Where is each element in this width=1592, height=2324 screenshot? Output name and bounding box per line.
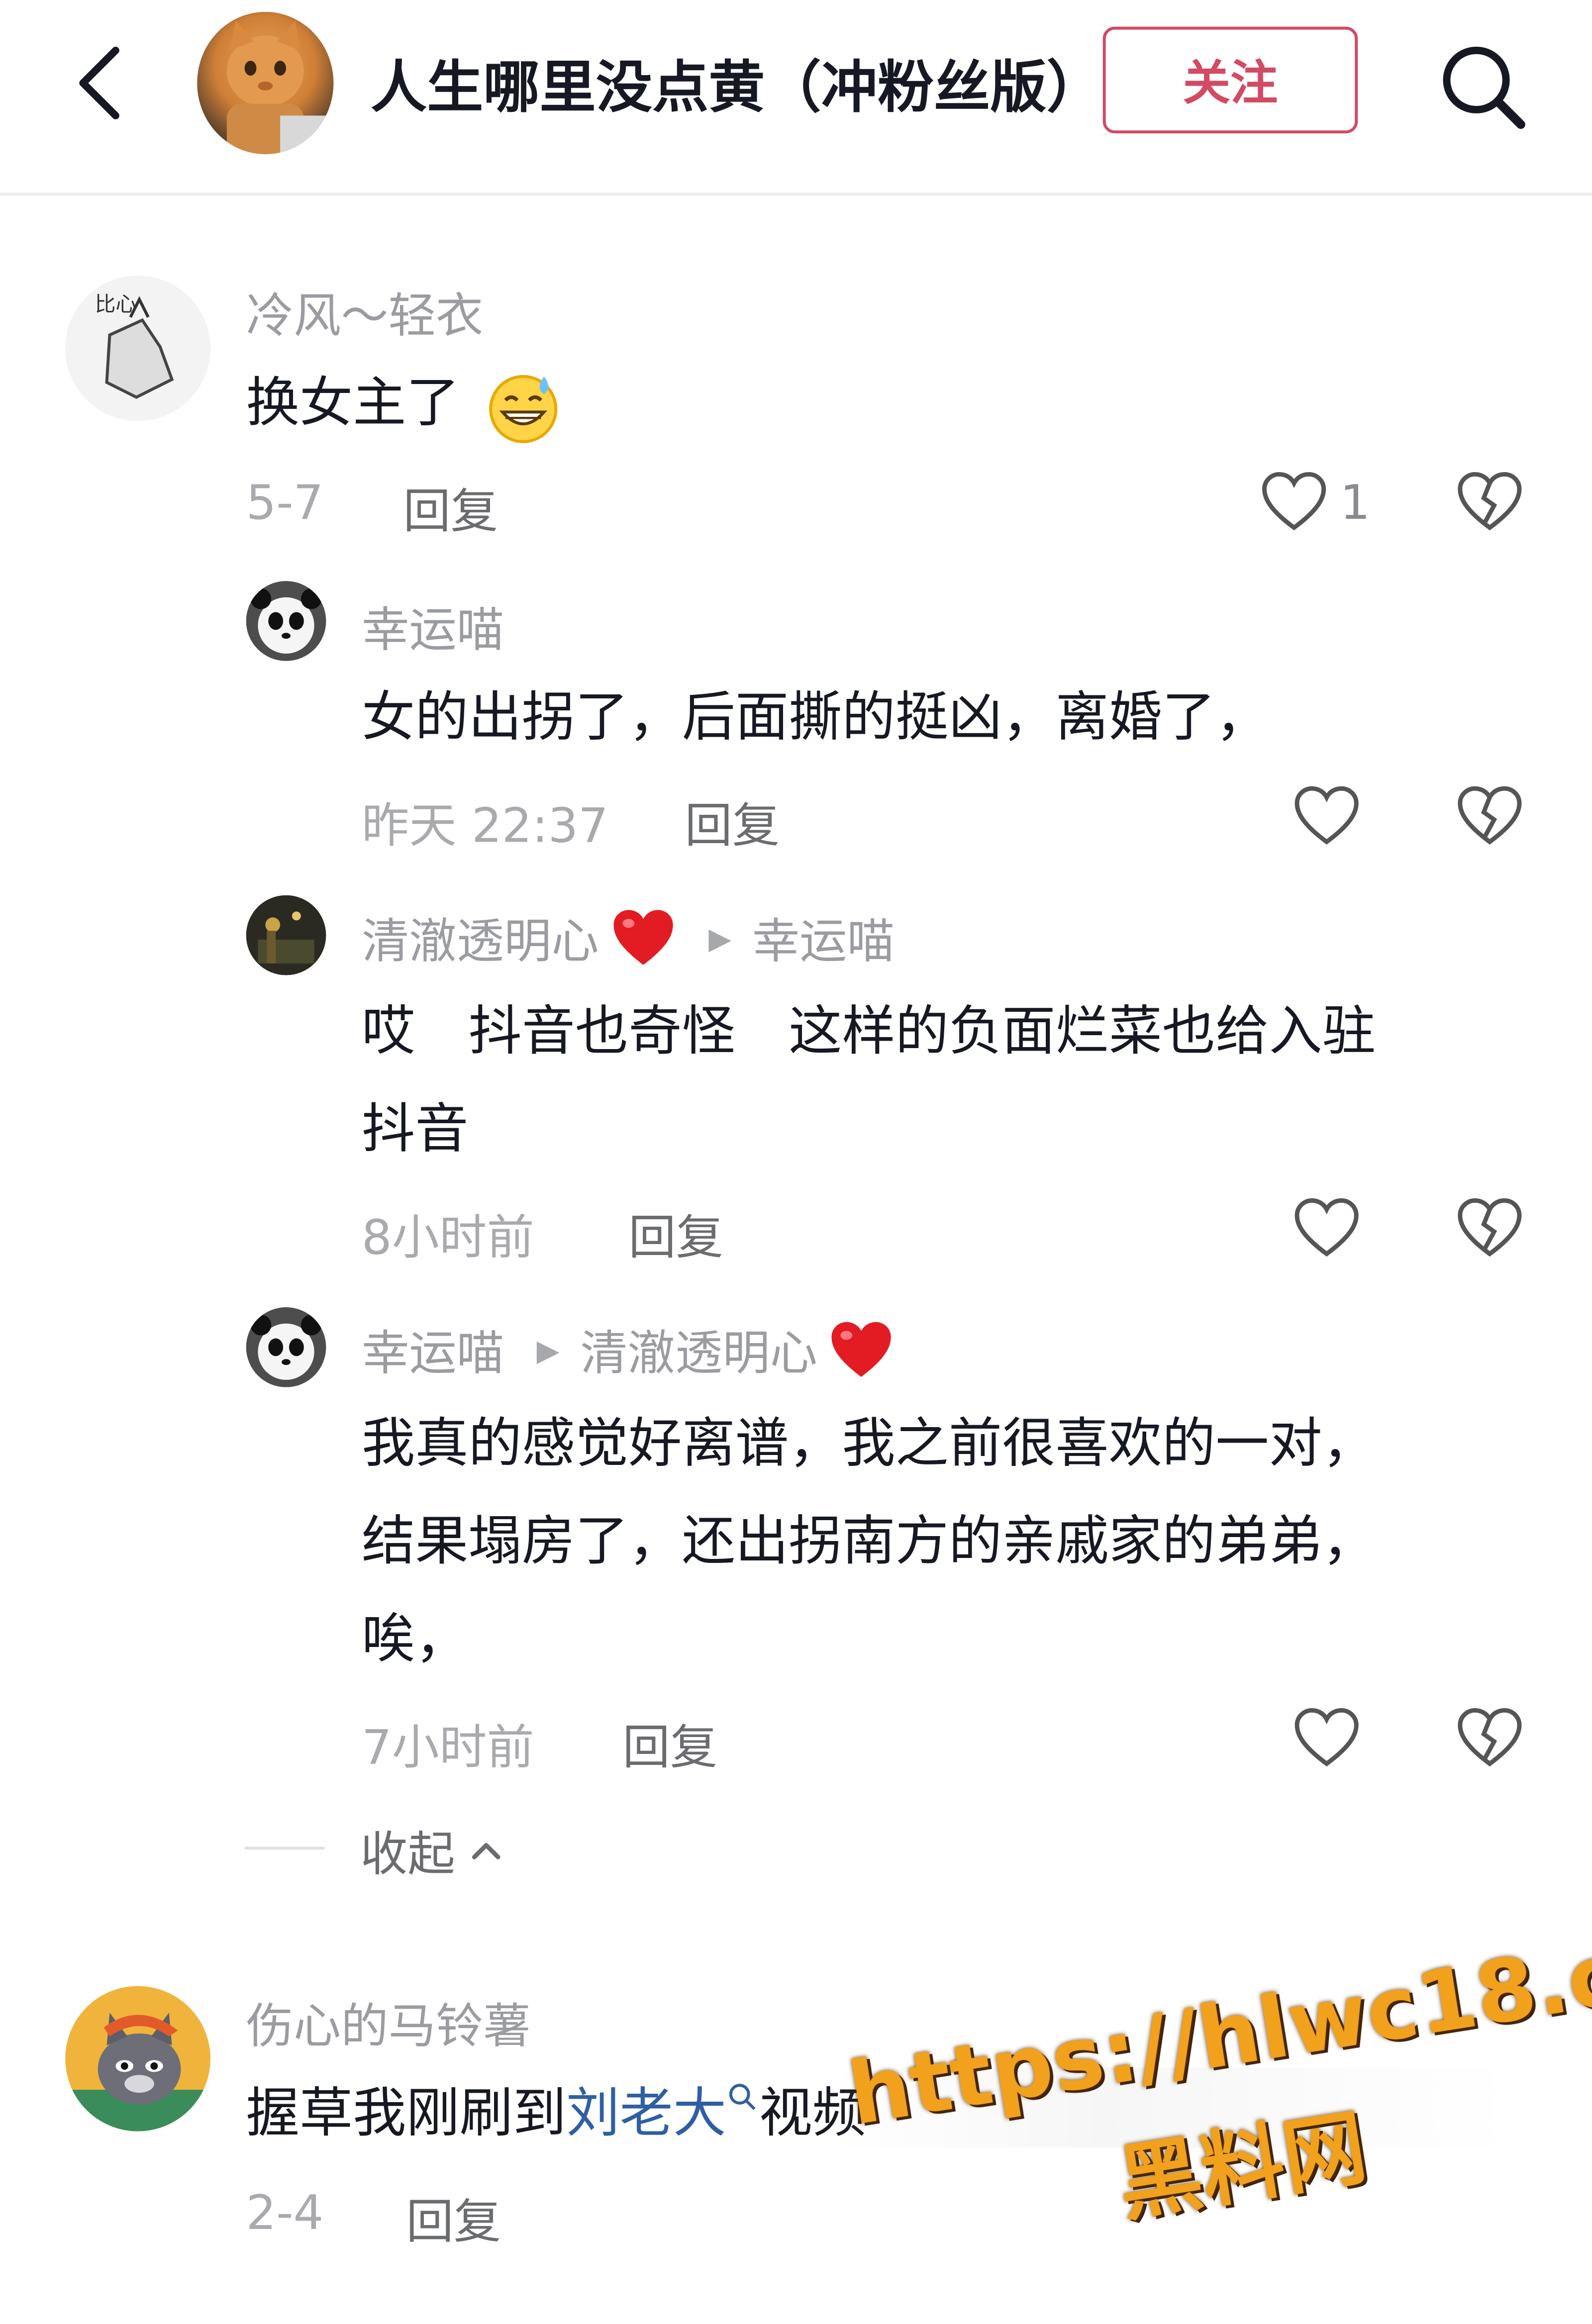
night-scene-avatar-image xyxy=(246,895,326,975)
search-button[interactable] xyxy=(1435,38,1533,136)
broken-heart-icon xyxy=(1458,472,1522,531)
broken-heart-icon xyxy=(1458,1198,1522,1257)
reply-to-username[interactable]: 幸运喵 xyxy=(752,904,895,972)
avatar[interactable] xyxy=(246,1307,326,1387)
reply-to-username[interactable]: 清澈透明心 xyxy=(580,1316,817,1384)
dislike-button[interactable] xyxy=(1456,782,1524,851)
reply-username-row: 幸运喵 ▶ 清澈透明心 xyxy=(362,1316,895,1384)
reply-text-line: 哎 抖音也奇怪 这样的负面烂菜也给入驻 xyxy=(361,1002,1376,1063)
chevron-left-icon xyxy=(79,46,119,119)
broken-heart-icon xyxy=(1458,786,1522,845)
avatar[interactable] xyxy=(65,1986,211,2131)
cat-avatar-image xyxy=(226,20,334,154)
comment-screen: 人生哪里没点黄（冲粉丝版） 关注 比心 冷风～轻衣 换女主了 5-7 回复 1 … xyxy=(0,0,1592,2324)
collapse-divider xyxy=(244,1846,325,1850)
reply-username[interactable]: 清澈透明心 xyxy=(362,904,599,972)
reply-username[interactable]: 幸运喵 xyxy=(362,593,504,661)
comment-date: 2-4 xyxy=(246,2184,324,2241)
reply-date: 7小时前 xyxy=(361,1719,534,1776)
reply-username[interactable]: 幸运喵 xyxy=(362,1316,504,1384)
collapse-label: 收起 xyxy=(360,1826,455,1882)
reply-text-line: 我真的感觉好离谱，我之前很喜欢的一对， xyxy=(361,1414,1376,1475)
comment-text-content: 换女主了 xyxy=(246,373,460,434)
chevron-up-icon xyxy=(472,1843,500,1859)
mention-link[interactable]: 刘老大 xyxy=(566,2084,726,2144)
grinning-sweat-emoji-icon xyxy=(490,375,558,443)
avatar-image: 比心 xyxy=(65,276,211,421)
avatar[interactable] xyxy=(246,581,326,661)
reply-button[interactable]: 回复 xyxy=(406,2185,501,2253)
account-avatar[interactable] xyxy=(197,11,334,154)
dislike-button[interactable] xyxy=(1456,469,1524,537)
reply-text-line: 唉， xyxy=(361,1609,469,1670)
comment-username[interactable]: 冷风～轻衣 xyxy=(246,279,484,347)
comment-text: 换女主了 xyxy=(246,356,563,454)
page-title: 人生哪里没点黄（冲粉丝版） xyxy=(370,55,1103,120)
search-icon xyxy=(1443,46,1525,129)
red-heart-icon xyxy=(832,1322,892,1377)
follow-button[interactable]: 关注 xyxy=(1102,26,1358,134)
like-button[interactable] xyxy=(1293,1194,1361,1262)
reply-to-arrow-icon: ▶ xyxy=(536,1332,560,1368)
reply-username-row: 清澈透明心 ▶ 幸运喵 xyxy=(362,904,895,972)
wolf-avatar-image xyxy=(65,1986,211,2131)
like-button[interactable] xyxy=(1260,469,1328,537)
dislike-button[interactable] xyxy=(1456,1194,1524,1262)
avatar[interactable] xyxy=(246,895,326,975)
comment-username[interactable]: 伤心的马铃薯 xyxy=(246,1989,531,2057)
like-count: 1 xyxy=(1340,474,1371,531)
dislike-button[interactable] xyxy=(1456,1704,1524,1772)
heart-outline-icon xyxy=(1294,786,1359,845)
comment-text-prefix: 握草我刚刷到 xyxy=(246,2084,567,2145)
heart-outline-icon xyxy=(1294,1198,1359,1257)
reply-date: 8小时前 xyxy=(361,1209,534,1266)
reply-to-arrow-icon: ▶ xyxy=(708,920,732,956)
back-button[interactable] xyxy=(59,38,145,124)
panda-avatar-image xyxy=(246,1307,326,1387)
collapse-replies-button[interactable]: 收起 xyxy=(360,1817,508,1885)
reply-text-line: 抖音 xyxy=(361,1099,469,1161)
top-bar: 人生哪里没点黄（冲粉丝版） 关注 xyxy=(0,0,1592,196)
heart-outline-icon xyxy=(1294,1708,1359,1767)
like-button[interactable] xyxy=(1293,1704,1361,1772)
red-heart-icon xyxy=(613,910,673,965)
reply-text-line: 结果塌房了，还出拐南方的亲戚家的弟弟， xyxy=(361,1512,1376,1573)
reply-text: 女的出拐了，后面撕的挺凶，离婚了， xyxy=(361,687,1269,749)
heart-outline-icon xyxy=(1262,472,1326,531)
reply-button[interactable]: 回复 xyxy=(403,474,498,542)
svg-text:比心: 比心 xyxy=(95,292,136,316)
search-small-icon xyxy=(729,2084,756,2110)
reply-date: 昨天 22:37 xyxy=(361,797,608,854)
reply-button[interactable]: 回复 xyxy=(685,788,780,857)
comment-text: 握草我刚刷到刘老大 视频 xyxy=(246,2066,866,2164)
comment-date: 5-7 xyxy=(246,474,324,531)
like-button[interactable] xyxy=(1293,782,1361,851)
reply-button[interactable]: 回复 xyxy=(628,1200,723,1268)
reply-button[interactable]: 回复 xyxy=(622,1710,717,1778)
panda-avatar-image xyxy=(246,581,326,661)
broken-heart-icon xyxy=(1458,1708,1522,1767)
avatar[interactable]: 比心 xyxy=(65,276,211,421)
